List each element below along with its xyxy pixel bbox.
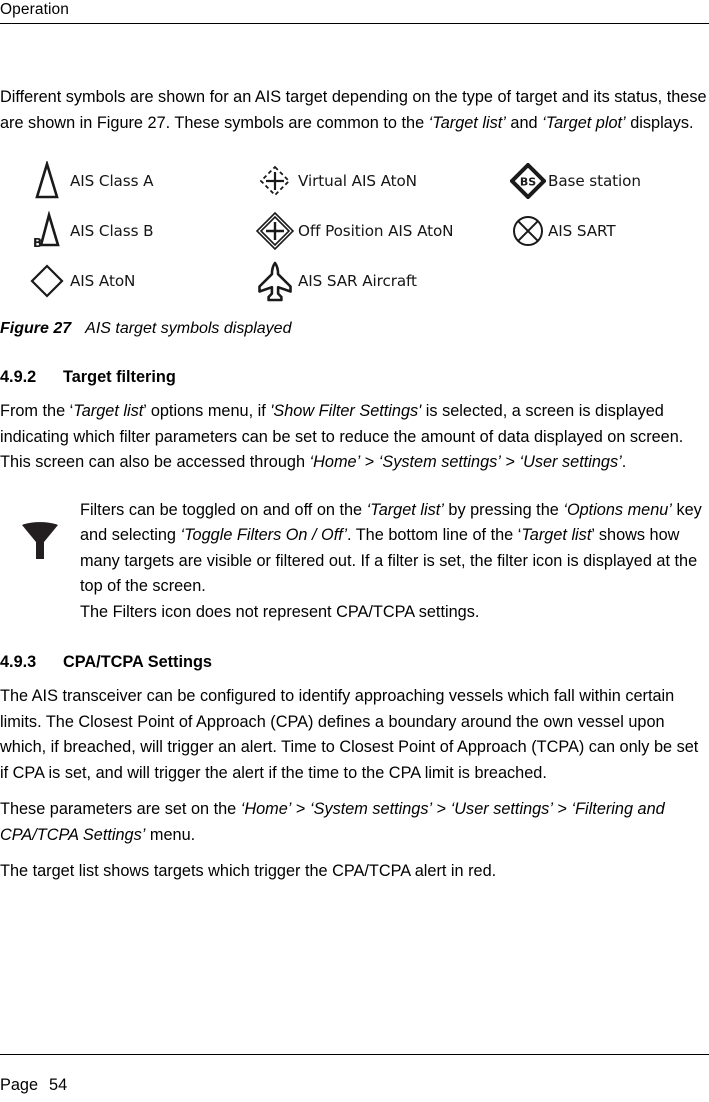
section-title: CPA/TCPA Settings [63, 653, 212, 671]
figure-caption-number: Figure 27 [0, 320, 72, 337]
ais-sar-aircraft-icon [252, 258, 298, 304]
off-position-ais-aton-double-diamond-plus-icon [252, 208, 298, 254]
symbol-label: Virtual AIS AtoN [298, 172, 417, 190]
section-title: Target filtering [63, 368, 176, 386]
intro-target-list-term: ‘Target list’ [428, 113, 506, 132]
intro-target-plot-term: ‘Target plot’ [542, 113, 626, 132]
section-heading-target-filtering: 4.9.2 Target filtering [0, 366, 709, 388]
page-content: Different symbols are shown for an AIS t… [0, 85, 709, 885]
filter-funnel-icon [19, 519, 61, 563]
running-head: Operation [0, 1, 69, 18]
cpa-sep-2: > [432, 800, 451, 818]
intro-text-part-2: displays. [625, 113, 694, 132]
cpa-home-term: ‘Home’ [240, 800, 292, 818]
note-text-2: by pressing the [443, 500, 564, 519]
symbol-entry-off-position-ais-aton: Off Position AIS AtoN [252, 208, 454, 254]
note-icon-cell [0, 498, 80, 563]
tf-show-filter-settings-term: 'Show Filter Settings' [270, 402, 422, 420]
note-text-4: . The bottom line of the ‘ [346, 526, 522, 544]
cpa-text-2: menu. [145, 825, 196, 844]
symbol-entry-virtual-ais-aton: Virtual AIS AtoN [252, 158, 417, 204]
intro-conjunction: and [505, 113, 543, 132]
cpa-tcpa-paragraph-3: The target list shows targets which trig… [0, 862, 497, 880]
cpa-tcpa-paragraph-2: These parameters are set on the ‘Home’ >… [0, 797, 709, 848]
cpa-text-1: These parameters are set on the [0, 800, 241, 818]
cpa-user-settings-term: ‘User settings’ [450, 800, 553, 818]
note-target-list-term-2: Target list [521, 526, 592, 544]
symbol-entry-ais-aton: AIS AtoN [24, 258, 135, 304]
symbol-label: AIS SAR Aircraft [298, 272, 417, 290]
footer-divider-rule [0, 1054, 709, 1055]
note-text-1: Filters can be toggled on and off on the [80, 500, 367, 519]
symbol-entry-ais-sar-aircraft: AIS SAR Aircraft [252, 258, 417, 304]
symbol-label: AIS AtoN [70, 272, 136, 290]
tf-home-term: ‘Home’ [309, 453, 361, 471]
symbol-entry-ais-class-b: B AIS Class B [24, 208, 154, 254]
page-footer: Page 54 [0, 1074, 67, 1096]
footer-page-label: Page [0, 1076, 39, 1094]
tf-user-settings-term: ‘User settings’ [519, 453, 622, 471]
target-filtering-paragraph: From the ‘Target list’ options menu, if … [0, 399, 709, 476]
ais-class-b-triangle-b-icon: B [24, 208, 70, 254]
note-callout-filters: Filters can be toggled on and off on the… [0, 498, 709, 626]
figure-27-ais-symbols: AIS Class A B AIS Class B AIS AtoN Virtu… [0, 158, 709, 308]
tf-target-list-term: Target list [73, 402, 144, 420]
figure-caption: Figure 27 AIS target symbols displayed [0, 318, 709, 340]
symbol-entry-ais-sart: AIS SART [508, 208, 616, 254]
note-toggle-filters-term: ‘Toggle Filters On / Off’ [180, 526, 347, 544]
symbol-entry-ais-class-a: AIS Class A [24, 158, 154, 204]
tf-text-1: From the ‘ [0, 402, 74, 420]
cpa-tcpa-paragraph-1: The AIS transceiver can be configured to… [0, 687, 699, 782]
tf-text-4: . [621, 453, 627, 471]
note-body: Filters can be toggled on and off on the… [80, 498, 709, 626]
note-target-list-term: ‘Target list’ [366, 500, 444, 519]
note-options-menu-term: ‘Options menu’ [563, 500, 672, 519]
figure-caption-text: AIS target symbols displayed [85, 320, 292, 337]
tf-system-settings-term: ‘System settings’ [378, 453, 501, 471]
symbol-label: AIS Class A [70, 172, 154, 190]
section-number: 4.9.2 [0, 368, 37, 386]
tf-sep-1: > [360, 453, 379, 471]
tf-text-2: ’ options menu, if [143, 402, 271, 420]
svg-text:B: B [33, 236, 42, 250]
ais-aton-diamond-icon [24, 258, 70, 304]
svg-text:BS: BS [520, 176, 536, 189]
base-station-bs-diamond-icon: BS [508, 158, 548, 204]
symbol-entry-base-station: BS Base station [508, 158, 641, 204]
note-paragraph-1: Filters can be toggled on and off on the… [80, 498, 705, 600]
footer-page-number: 54 [49, 1076, 68, 1094]
symbol-label: AIS SART [548, 222, 616, 240]
header-divider-rule [0, 23, 709, 24]
ais-class-a-triangle-icon [24, 158, 70, 204]
symbol-label: Base station [548, 172, 641, 190]
cpa-system-settings-term: ‘System settings’ [309, 800, 433, 818]
section-heading-cpa-tcpa-settings: 4.9.3 CPA/TCPA Settings [0, 651, 709, 673]
ais-sart-circle-cross-icon [508, 208, 548, 254]
cpa-sep-1: > [291, 800, 310, 818]
section-number: 4.9.3 [0, 653, 37, 671]
intro-paragraph: Different symbols are shown for an AIS t… [0, 85, 709, 136]
virtual-ais-aton-dashed-diamond-plus-icon [252, 158, 298, 204]
symbol-label: Off Position AIS AtoN [298, 222, 454, 240]
cpa-sep-3: > [552, 800, 572, 818]
tf-sep-2: > [500, 453, 520, 471]
symbol-label: AIS Class B [70, 222, 154, 240]
note-paragraph-2: The Filters icon does not represent CPA/… [80, 602, 480, 621]
page-header: Operation [0, 0, 709, 24]
